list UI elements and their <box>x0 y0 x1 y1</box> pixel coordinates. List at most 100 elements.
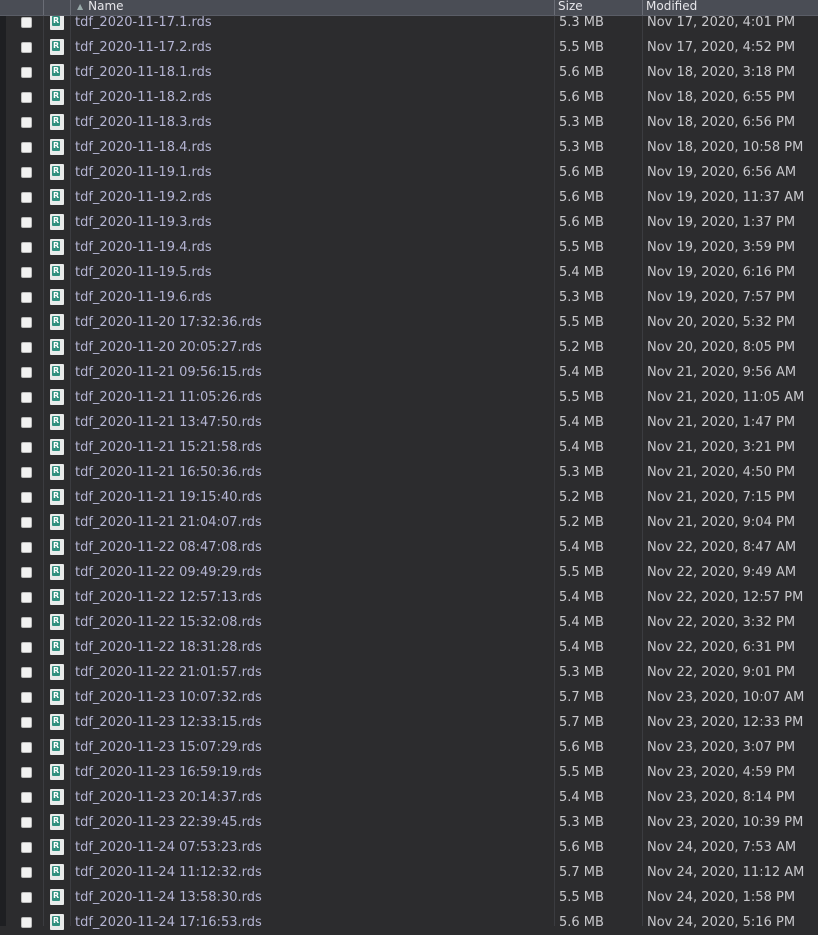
checkbox-icon[interactable] <box>21 892 32 903</box>
checkbox-icon[interactable] <box>21 842 32 853</box>
file-name-link[interactable]: tdf_2020-11-21 19:15:40.rds <box>75 485 262 510</box>
checkbox-icon[interactable] <box>21 317 32 328</box>
file-row[interactable]: Rtdf_2020-11-19.3.rds 5.6 MB Nov 19, 2020,… <box>0 210 818 235</box>
file-row[interactable]: Rtdf_2020-11-21 13:47:50.rds 5.4 MB Nov 21… <box>0 410 818 435</box>
checkbox-icon[interactable] <box>21 542 32 553</box>
file-row[interactable]: Rtdf_2020-11-23 10:07:32.rds 5.7 MB Nov 23… <box>0 685 818 710</box>
file-name-link[interactable]: tdf_2020-11-18.3.rds <box>75 110 212 135</box>
file-row[interactable]: Rtdf_2020-11-18.1.rds 5.6 MB Nov 18, 2020,… <box>0 60 818 85</box>
file-name-link[interactable]: tdf_2020-11-21 21:04:07.rds <box>75 510 262 535</box>
file-row[interactable]: Rtdf_2020-11-22 08:47:08.rds 5.4 MB Nov 22… <box>0 535 818 560</box>
file-name-link[interactable]: tdf_2020-11-21 09:56:15.rds <box>75 360 262 385</box>
checkbox-icon[interactable] <box>21 917 32 928</box>
file-row[interactable]: Rtdf_2020-11-18.3.rds 5.3 MB Nov 18, 2020,… <box>0 110 818 135</box>
file-row[interactable]: Rtdf_2020-11-22 21:01:57.rds 5.3 MB Nov 22… <box>0 660 818 685</box>
file-row[interactable]: Rtdf_2020-11-21 11:05:26.rds 5.5 MB Nov 21… <box>0 385 818 410</box>
file-name-link[interactable]: tdf_2020-11-22 21:01:57.rds <box>75 660 262 685</box>
file-name-link[interactable]: tdf_2020-11-23 10:07:32.rds <box>75 685 262 710</box>
checkbox-icon[interactable] <box>21 417 32 428</box>
checkbox-icon[interactable] <box>21 342 32 353</box>
file-name-link[interactable]: tdf_2020-11-24 17:16:53.rds <box>75 910 262 935</box>
checkbox-icon[interactable] <box>21 642 32 653</box>
checkbox-icon[interactable] <box>21 117 32 128</box>
size-column-header[interactable]: Size <box>554 0 642 15</box>
checkbox-icon[interactable] <box>21 17 32 28</box>
file-row[interactable]: Rtdf_2020-11-19.4.rds 5.5 MB Nov 19, 2020,… <box>0 235 818 260</box>
file-row[interactable]: Rtdf_2020-11-19.1.rds 5.6 MB Nov 19, 2020,… <box>0 160 818 185</box>
file-row[interactable]: Rtdf_2020-11-19.5.rds 5.4 MB Nov 19, 2020,… <box>0 260 818 285</box>
checkbox-icon[interactable] <box>21 192 32 203</box>
select-all-header[interactable] <box>6 0 43 15</box>
file-row[interactable]: Rtdf_2020-11-21 16:50:36.rds 5.3 MB Nov 21… <box>0 460 818 485</box>
file-row[interactable]: Rtdf_2020-11-21 19:15:40.rds 5.2 MB Nov 21… <box>0 485 818 510</box>
file-row[interactable]: Rtdf_2020-11-24 11:12:32.rds 5.7 MB Nov 24… <box>0 860 818 885</box>
file-name-link[interactable]: tdf_2020-11-23 15:07:29.rds <box>75 735 262 760</box>
file-row[interactable]: Rtdf_2020-11-23 20:14:37.rds 5.4 MB Nov 23… <box>0 785 818 810</box>
file-name-link[interactable]: tdf_2020-11-21 11:05:26.rds <box>75 385 262 410</box>
file-name-link[interactable]: tdf_2020-11-23 20:14:37.rds <box>75 785 262 810</box>
file-row[interactable]: Rtdf_2020-11-22 12:57:13.rds 5.4 MB Nov 22… <box>0 585 818 610</box>
checkbox-icon[interactable] <box>21 467 32 478</box>
file-row[interactable]: Rtdf_2020-11-23 22:39:45.rds 5.3 MB Nov 23… <box>0 810 818 835</box>
file-name-link[interactable]: tdf_2020-11-18.2.rds <box>75 85 212 110</box>
checkbox-icon[interactable] <box>21 167 32 178</box>
file-row[interactable]: Rtdf_2020-11-19.2.rds 5.6 MB Nov 19, 2020,… <box>0 185 818 210</box>
checkbox-icon[interactable] <box>21 617 32 628</box>
file-name-link[interactable]: tdf_2020-11-19.5.rds <box>75 260 212 285</box>
checkbox-icon[interactable] <box>21 67 32 78</box>
file-name-link[interactable]: tdf_2020-11-20 17:32:36.rds <box>75 310 262 335</box>
file-row[interactable]: Rtdf_2020-11-24 13:58:30.rds 5.5 MB Nov 24… <box>0 885 818 910</box>
file-name-link[interactable]: tdf_2020-11-24 07:53:23.rds <box>75 835 262 860</box>
file-name-link[interactable]: tdf_2020-11-18.4.rds <box>75 135 212 160</box>
checkbox-icon[interactable] <box>21 142 32 153</box>
file-row[interactable]: Rtdf_2020-11-20 17:32:36.rds 5.5 MB Nov 20… <box>0 310 818 335</box>
file-row[interactable]: Rtdf_2020-11-24 07:53:23.rds 5.6 MB Nov 24… <box>0 835 818 860</box>
checkbox-icon[interactable] <box>21 242 32 253</box>
file-row[interactable]: Rtdf_2020-11-21 21:04:07.rds 5.2 MB Nov 21… <box>0 510 818 535</box>
file-name-link[interactable]: tdf_2020-11-21 13:47:50.rds <box>75 410 262 435</box>
file-name-link[interactable]: tdf_2020-11-19.1.rds <box>75 160 212 185</box>
checkbox-icon[interactable] <box>21 292 32 303</box>
checkbox-icon[interactable] <box>21 717 32 728</box>
file-row[interactable]: Rtdf_2020-11-21 09:56:15.rds 5.4 MB Nov 21… <box>0 360 818 385</box>
file-name-link[interactable]: tdf_2020-11-19.3.rds <box>75 210 212 235</box>
file-row[interactable]: Rtdf_2020-11-23 12:33:15.rds 5.7 MB Nov 23… <box>0 710 818 735</box>
file-name-link[interactable]: tdf_2020-11-21 16:50:36.rds <box>75 460 262 485</box>
file-row[interactable]: Rtdf_2020-11-19.6.rds 5.3 MB Nov 19, 2020,… <box>0 285 818 310</box>
file-name-link[interactable]: tdf_2020-11-19.6.rds <box>75 285 212 310</box>
checkbox-icon[interactable] <box>21 217 32 228</box>
file-row[interactable]: Rtdf_2020-11-22 18:31:28.rds 5.4 MB Nov 22… <box>0 635 818 660</box>
file-name-link[interactable]: tdf_2020-11-20 20:05:27.rds <box>75 335 262 360</box>
checkbox-icon[interactable] <box>21 492 32 503</box>
file-row[interactable]: Rtdf_2020-11-20 20:05:27.rds 5.2 MB Nov 20… <box>0 335 818 360</box>
checkbox-icon[interactable] <box>21 517 32 528</box>
checkbox-icon[interactable] <box>21 442 32 453</box>
checkbox-icon[interactable] <box>21 792 32 803</box>
file-row[interactable]: Rtdf_2020-11-17.2.rds 5.5 MB Nov 17, 2020,… <box>0 35 818 60</box>
checkbox-icon[interactable] <box>21 392 32 403</box>
checkbox-icon[interactable] <box>21 817 32 828</box>
file-name-link[interactable]: tdf_2020-11-22 15:32:08.rds <box>75 610 262 635</box>
checkbox-icon[interactable] <box>21 742 32 753</box>
checkbox-icon[interactable] <box>21 367 32 378</box>
file-name-link[interactable]: tdf_2020-11-22 09:49:29.rds <box>75 560 262 585</box>
checkbox-icon[interactable] <box>21 92 32 103</box>
file-name-link[interactable]: tdf_2020-11-19.2.rds <box>75 185 212 210</box>
file-row[interactable]: Rtdf_2020-11-18.4.rds 5.3 MB Nov 18, 2020,… <box>0 135 818 160</box>
modified-column-header[interactable]: Modified <box>642 0 818 15</box>
file-name-link[interactable]: tdf_2020-11-23 16:59:19.rds <box>75 760 262 785</box>
file-name-link[interactable]: tdf_2020-11-24 11:12:32.rds <box>75 860 262 885</box>
file-name-link[interactable]: tdf_2020-11-17.2.rds <box>75 35 212 60</box>
file-row[interactable]: Rtdf_2020-11-23 15:07:29.rds 5.6 MB Nov 23… <box>0 735 818 760</box>
file-row[interactable]: Rtdf_2020-11-23 16:59:19.rds 5.5 MB Nov 23… <box>0 760 818 785</box>
file-row[interactable]: Rtdf_2020-11-21 15:21:58.rds 5.4 MB Nov 21… <box>0 435 818 460</box>
checkbox-icon[interactable] <box>21 667 32 678</box>
checkbox-icon[interactable] <box>21 592 32 603</box>
file-name-link[interactable]: tdf_2020-11-22 08:47:08.rds <box>75 535 262 560</box>
file-name-link[interactable]: tdf_2020-11-23 12:33:15.rds <box>75 710 262 735</box>
checkbox-icon[interactable] <box>21 692 32 703</box>
checkbox-icon[interactable] <box>21 767 32 778</box>
file-row[interactable]: Rtdf_2020-11-24 17:16:53.rds 5.6 MB Nov 24… <box>0 910 818 935</box>
name-column-header[interactable]: ▲ Name <box>70 0 554 15</box>
file-row[interactable]: Rtdf_2020-11-22 15:32:08.rds 5.4 MB Nov 22… <box>0 610 818 635</box>
